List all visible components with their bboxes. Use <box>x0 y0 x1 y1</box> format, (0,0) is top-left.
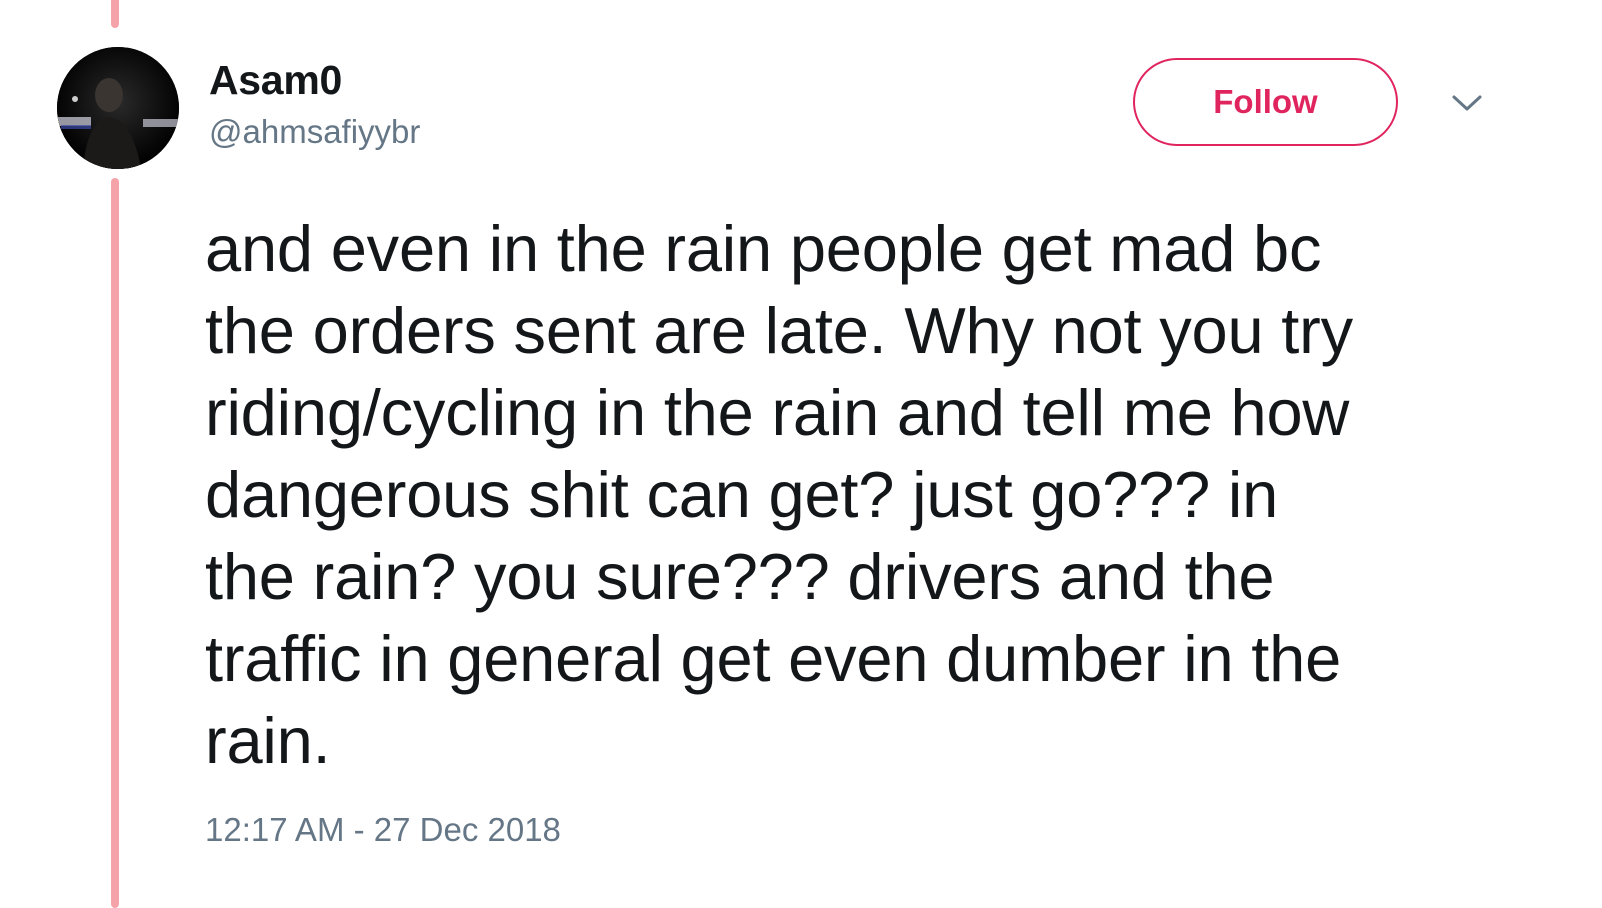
tweet-timestamp[interactable]: 12:17 AM - 27 Dec 2018 <box>205 810 561 850</box>
author-display-name[interactable]: Asam0 <box>209 56 420 104</box>
tweet-text: and even in the rain people get mad bc t… <box>205 208 1535 782</box>
avatar[interactable] <box>57 47 179 169</box>
tweet-text-line: rain. <box>205 704 331 777</box>
follow-button[interactable]: Follow <box>1133 58 1398 146</box>
tweet-header: Asam0 @ahmsafiyybr <box>209 56 420 152</box>
thread-line-bottom <box>111 178 119 908</box>
tweet-text-line: riding/cycling in the rain and tell me h… <box>205 376 1350 449</box>
tweet-text-line: traffic in general get even dumber in th… <box>205 622 1342 695</box>
follow-button-label: Follow <box>1213 83 1318 120</box>
tweet-text-line: the rain? you sure??? drivers and the <box>205 540 1275 613</box>
tweet-text-line: and even in the rain people get mad bc <box>205 212 1322 285</box>
thread-line-top <box>111 0 119 28</box>
chevron-down-icon <box>1452 95 1482 111</box>
tweet-text-line: dangerous shit can get? just go??? in <box>205 458 1279 531</box>
tweet-text-line: the orders sent are late. Why not you tr… <box>205 294 1353 367</box>
avatar-image <box>57 47 179 169</box>
more-menu-button[interactable] <box>1447 88 1487 118</box>
author-handle[interactable]: @ahmsafiyybr <box>209 112 420 152</box>
